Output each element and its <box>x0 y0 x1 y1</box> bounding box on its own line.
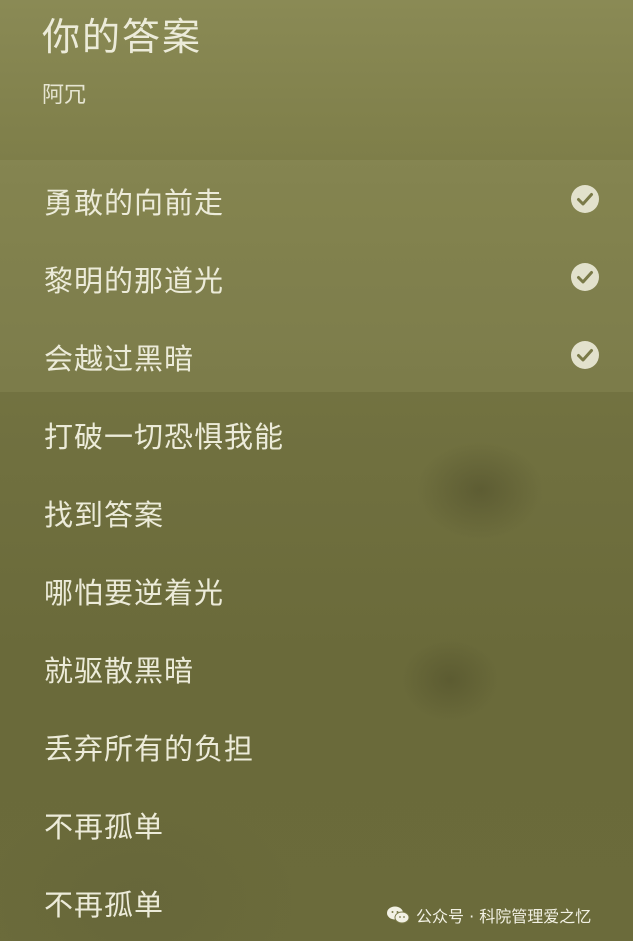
lyric-line[interactable]: 打破一切恐惧我能 <box>0 394 633 472</box>
artist-name[interactable]: 阿冗 <box>42 77 86 109</box>
watermark-text: 公众号 · 科院管理爱之忆 <box>416 907 592 926</box>
lyric-line[interactable]: 勇敢的向前走 <box>0 160 633 238</box>
watermark: 公众号 · 科院管理爱之忆 <box>386 900 591 930</box>
lyric-line[interactable]: 哪怕要逆着光 <box>0 550 633 628</box>
lyric-text: 打破一切恐惧我能 <box>44 420 285 454</box>
lyric-line[interactable]: 就驱散黑暗 <box>0 628 633 706</box>
lyric-line[interactable]: 找到答案 <box>0 472 633 550</box>
lyric-text: 丢弃所有的负担 <box>44 732 255 766</box>
lyric-text: 哪怕要逆着光 <box>44 576 225 610</box>
lyric-text: 找到答案 <box>44 498 165 532</box>
lyric-text: 勇敢的向前走 <box>44 186 225 220</box>
lyric-text: 不再孤单 <box>44 888 165 922</box>
lyric-line[interactable]: 不再孤单 <box>0 784 633 862</box>
lyrics-list: 勇敢的向前走 黎明的那道光 会越过黑暗 打破一切恐惧我能 找到答案 哪怕要逆着光… <box>0 160 633 940</box>
lyric-text: 就驱散黑暗 <box>44 654 195 688</box>
lyric-text: 黎明的那道光 <box>44 264 225 298</box>
lyric-line[interactable]: 会越过黑暗 <box>0 316 633 394</box>
check-circle-icon[interactable] <box>570 340 600 370</box>
lyric-line[interactable]: 丢弃所有的负担 <box>0 706 633 784</box>
wechat-icon <box>387 906 410 924</box>
lyric-text: 不再孤单 <box>44 810 165 844</box>
lyric-text: 会越过黑暗 <box>44 342 195 376</box>
lyric-line[interactable]: 黎明的那道光 <box>0 238 633 316</box>
check-circle-icon[interactable] <box>570 184 600 214</box>
check-circle-icon[interactable] <box>570 262 600 292</box>
song-header: 你的答案 阿冗 <box>0 0 633 160</box>
song-title: 你的答案 <box>42 15 203 59</box>
